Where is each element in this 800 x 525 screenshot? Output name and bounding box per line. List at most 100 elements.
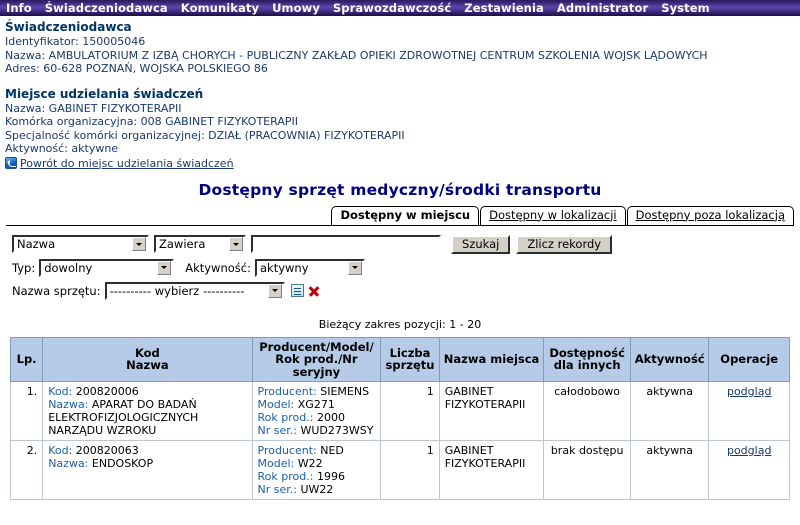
place-name: Nazwa: GABINET FIZYKOTERAPII — [5, 101, 182, 115]
provider-identifier: Identyfikator: 150005046 — [5, 35, 146, 48]
header-nazwa-miejsca: Nazwa miejsca — [438, 336, 545, 382]
label-kod: Kod: — [48, 385, 73, 398]
menu-item-umowy[interactable]: Umowy — [272, 0, 320, 16]
header-kod-nazwa: Kod Nazwa — [42, 336, 253, 382]
place-info-block: Miejsce udzielania świadczeń Nazwa: GABI… — [5, 87, 800, 170]
cell-lp: 2. — [9, 440, 44, 500]
back-to-places-link[interactable]: Powrót do miejsc udzielania świadczeń — [5, 157, 234, 170]
activity-value: aktywny — [259, 260, 309, 275]
place-section-title: Miejsce udzielania świadczeń — [5, 86, 204, 101]
value-model: W22 — [297, 457, 323, 470]
cell-aktywnosc: aktywna — [629, 381, 710, 441]
menu-item-swiadczeniodawca[interactable]: Świadczeniodawca — [45, 0, 168, 16]
table-header-row: Lp. Kod Nazwa Producent/Model/ Rok prod.… — [9, 336, 790, 382]
value-producent: SIEMENS — [320, 385, 370, 398]
place-organizational-unit: Komórka organizacyjna: 008 GABINET FIZYK… — [5, 115, 298, 128]
tab-dostepny-poza-lokalizacja[interactable]: Dostępny poza lokalizacją — [626, 205, 794, 225]
menu-item-system[interactable]: System — [661, 0, 710, 16]
type-select[interactable]: dowolny — [39, 258, 175, 277]
menu-item-komunikaty[interactable]: Komunikaty — [181, 0, 259, 16]
type-value: dowolny — [44, 260, 93, 275]
main-menu-bar: Info Świadczeniodawca Komunikaty Umowy S… — [0, 0, 800, 16]
chevron-down-icon — [347, 260, 362, 275]
cell-nazwa-line: Nazwa: ENDOSKOP — [48, 457, 246, 470]
label-model: Model: — [257, 398, 295, 411]
header-prod-line2: Rok prod./Nr seryjny — [275, 352, 358, 379]
filter-row-search: Nazwa Zawiera Szukaj Zlicz rekordy — [12, 234, 800, 254]
label-nr-ser: Nr ser.: — [257, 483, 297, 496]
header-aktywnosc: Aktywność — [629, 336, 710, 382]
cell-rok-line: Rok prod.: 1996 — [258, 470, 376, 483]
search-operator-value: Zawiera — [159, 237, 206, 251]
cell-kod-nazwa: Kod: 200820063 Nazwa: ENDOSKOP — [42, 440, 253, 500]
preview-link[interactable]: podgląd — [727, 444, 771, 457]
preview-link[interactable]: podgląd — [727, 385, 771, 398]
menu-item-sprawozdawczosc[interactable]: Sprawozdawczość — [333, 0, 451, 16]
list-icon[interactable] — [290, 284, 304, 297]
place-activity: Aktywność: aktywne — [5, 142, 119, 155]
header-producent: Producent/Model/ Rok prod./Nr seryjny — [251, 336, 382, 382]
clear-x-icon[interactable] — [307, 284, 320, 297]
chevron-down-icon — [229, 237, 243, 251]
equipment-name-label: Nazwa sprzętu: — [12, 283, 101, 298]
label-producent: Producent: — [257, 385, 317, 398]
page-title: Dostępny sprzęt medyczny/środki transpor… — [198, 180, 602, 199]
header-dostepnosc: Dostępność dla innych — [543, 336, 631, 382]
tab-bar: Dostępny w miejscu Dostępny w lokalizacj… — [0, 205, 800, 225]
type-label: Typ: — [12, 260, 36, 275]
search-operator-select[interactable]: Zawiera — [154, 235, 246, 253]
search-field-value: Nazwa — [17, 237, 56, 251]
record-range-text: Bieżący zakres pozycji: 1 - 20 — [318, 317, 482, 331]
provider-info-block: Świadczeniodawca Identyfikator: 15000504… — [0, 16, 800, 170]
value-rok: 1996 — [316, 470, 345, 483]
chevron-down-icon — [267, 283, 282, 298]
chevron-down-icon — [157, 260, 172, 275]
header-kod-line2: Nazwa — [126, 358, 169, 373]
provider-address: Adres: 60-628 POZNAŃ, WOJSKA POLSKIEGO 8… — [5, 62, 268, 75]
filter-row-type-activity: Typ: dowolny Aktywność: aktywny — [12, 258, 800, 277]
cell-operacje: podgląd — [708, 440, 790, 500]
cell-producent-block: Producent: SIEMENS Model: XG271 Rok prod… — [251, 381, 382, 441]
provider-section-title: Świadczeniodawca — [5, 20, 132, 34]
label-nazwa: Nazwa: — [48, 398, 89, 411]
label-nazwa: Nazwa: — [48, 457, 89, 470]
table-row: 2. Kod: 200820063 Nazwa: ENDOSKOP Produc… — [9, 440, 790, 500]
back-arrow-icon — [5, 157, 17, 169]
header-operacje: Operacje — [708, 336, 790, 382]
cell-aktywnosc: aktywna — [629, 440, 710, 500]
tab-dostepny-w-lokalizacji[interactable]: Dostępny w lokalizacji — [480, 205, 626, 225]
cell-lp: 1. — [9, 381, 44, 441]
value-nr-ser: WUD273WSY — [300, 424, 374, 437]
equipment-name-value: ---------- wybierz ---------- — [109, 283, 245, 298]
menu-item-zestawienia[interactable]: Zestawienia — [464, 0, 544, 16]
back-to-places-label: Powrót do miejsc udzielania świadczeń — [20, 156, 234, 170]
search-input[interactable] — [251, 235, 441, 253]
tab-dostepny-w-miejscu[interactable]: Dostępny w miejscu — [331, 205, 480, 225]
equipment-name-select[interactable]: ---------- wybierz ---------- — [104, 281, 285, 300]
menu-item-administrator[interactable]: Administrator — [557, 0, 648, 16]
cell-model-line: Model: W22 — [258, 457, 376, 470]
label-nr-ser: Nr ser.: — [257, 424, 297, 437]
value-nazwa: ENDOSKOP — [91, 457, 154, 470]
cell-kod-nazwa: Kod: 200820006 Nazwa: APARAT DO BADAŃ EL… — [42, 381, 253, 441]
count-records-button[interactable]: Zlicz rekordy — [516, 234, 613, 254]
cell-kod-line: Kod: 200820006 — [48, 385, 246, 398]
menu-item-info[interactable]: Info — [6, 0, 32, 16]
label-producent: Producent: — [257, 444, 317, 457]
cell-producent-block: Producent: NED Model: W22 Rok prod.: 199… — [251, 440, 382, 500]
equipment-table-wrapper: Lp. Kod Nazwa Producent/Model/ Rok prod.… — [0, 331, 800, 500]
value-rok: 2000 — [316, 411, 345, 424]
cell-nrser-line: Nr ser.: UW22 — [258, 483, 376, 496]
cell-liczba: 1 — [380, 381, 440, 441]
table-row: 1. Kod: 200820006 Nazwa: APARAT DO BADAŃ… — [9, 381, 790, 441]
cell-model-line: Model: XG271 — [258, 398, 376, 411]
value-model: XG271 — [297, 398, 335, 411]
search-button[interactable]: Szukaj — [451, 234, 511, 254]
cell-kod-line: Kod: 200820063 — [48, 444, 246, 457]
cell-producent-line: Producent: NED — [258, 444, 376, 457]
activity-select[interactable]: aktywny — [254, 258, 365, 277]
label-rok: Rok prod.: — [257, 470, 314, 483]
label-kod: Kod: — [48, 444, 73, 457]
cell-nrser-line: Nr ser.: WUD273WSY — [258, 424, 376, 437]
search-field-select[interactable]: Nazwa — [12, 235, 149, 253]
